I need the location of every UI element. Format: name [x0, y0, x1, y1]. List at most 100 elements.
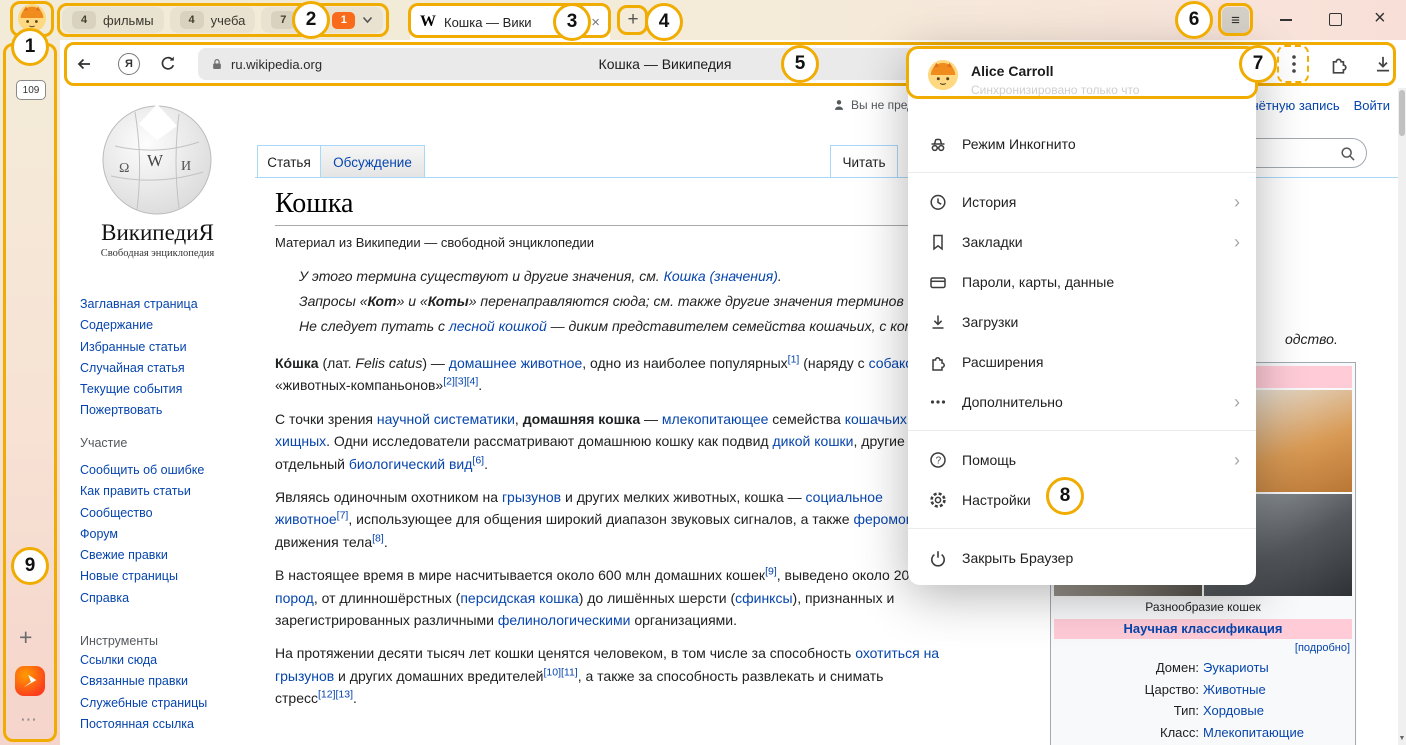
nav-featured[interactable]: Избранные статьи: [80, 337, 250, 358]
account-name: Alice Carroll: [971, 63, 1139, 79]
nav-recent-changes[interactable]: Свежие правки: [80, 545, 250, 566]
menu-item-label: Пароли, карты, данные: [962, 274, 1240, 290]
details-link[interactable]: [подробно]: [1295, 642, 1350, 654]
refresh-icon[interactable]: [158, 54, 178, 74]
nav-current-events[interactable]: Текущие события: [80, 379, 250, 400]
menu-item-bookmarks[interactable]: Закладки ›: [908, 222, 1256, 262]
tab-counter-badge[interactable]: 109: [16, 80, 46, 100]
callout-2: 2: [292, 1, 330, 39]
tab-read[interactable]: Читать: [830, 145, 898, 178]
scrollbar-down-arrow[interactable]: ▼: [1398, 735, 1406, 742]
nav-help[interactable]: Справка: [80, 588, 250, 609]
tab-groups: 4 фильмы 4 учеба 7 раб 1: [62, 7, 389, 33]
browser-window: 4 фильмы 4 учеба 7 раб 1 W Кошка — Вики …: [0, 0, 1406, 745]
extensions-toolbar-icon[interactable]: [1328, 53, 1350, 75]
tab-group-count: 4: [180, 11, 204, 29]
browser-menu-button[interactable]: ≡: [1222, 7, 1249, 33]
yandex-button[interactable]: Я: [118, 53, 140, 75]
window-maximize-button[interactable]: [1329, 13, 1342, 26]
login-link[interactable]: Войти: [1354, 98, 1390, 113]
back-icon[interactable]: [74, 54, 94, 74]
sidebar-add-tab-button[interactable]: +: [19, 624, 32, 651]
nav-permanent-link[interactable]: Постоянная ссылка: [80, 714, 250, 735]
tab-article[interactable]: Статья: [257, 145, 321, 178]
menu-item-incognito[interactable]: Режим Инкогнито: [908, 124, 1256, 164]
chevron-right-icon: ›: [1234, 451, 1240, 469]
taxo-value[interactable]: Хордовые: [1203, 700, 1352, 722]
sci-classification-header[interactable]: Научная классификация: [1054, 619, 1352, 639]
menu-item-downloads[interactable]: Загрузки: [908, 302, 1256, 342]
nav-forum[interactable]: Форум: [80, 524, 250, 545]
sidebar-more-button[interactable]: ⋯: [20, 710, 38, 730]
tab-group-label: учеба: [211, 13, 246, 28]
menu-item-label: История: [962, 194, 1234, 210]
menu-item-label: Расширения: [962, 354, 1240, 370]
tab-group-films[interactable]: 4 фильмы: [62, 7, 164, 33]
menu-item-help[interactable]: ? Помощь ›: [908, 440, 1256, 480]
chevron-right-icon: ›: [1234, 193, 1240, 211]
page-scrollbar[interactable]: [1398, 88, 1406, 745]
menu-item-label: Дополнительно: [962, 394, 1234, 410]
taxo-label: Тип:: [1054, 700, 1203, 722]
taxo-value[interactable]: Млекопитающие: [1203, 722, 1352, 744]
nav-new-pages[interactable]: Новые страницы: [80, 566, 250, 587]
tab-group-count: 4: [72, 11, 96, 29]
kebab-menu-icon[interactable]: [1286, 53, 1302, 75]
tab-group-study[interactable]: 4 учеба: [170, 7, 256, 33]
nav-header-tools: Инструменты: [80, 634, 158, 648]
taxo-value[interactable]: Эукариоты: [1203, 657, 1352, 679]
menu-separator: [908, 172, 1256, 173]
extensions-icon: [928, 352, 948, 372]
menu-item-extensions[interactable]: Расширения: [908, 342, 1256, 382]
taxo-value[interactable]: Животные: [1203, 679, 1352, 701]
wikipedia-globe-logo[interactable]: W Ω И: [97, 98, 217, 218]
downloads-toolbar-icon[interactable]: [1372, 53, 1394, 75]
menu-item-label: Загрузки: [962, 314, 1240, 330]
menu-item-label: Закрыть Браузер: [962, 550, 1240, 566]
window-minimize-button[interactable]: [1280, 19, 1292, 21]
wikipedia-wordmark: ВикипедиЯ: [60, 220, 255, 246]
taxo-label: Класс:: [1054, 722, 1203, 744]
nav-special-pages[interactable]: Служебные страницы: [80, 693, 250, 714]
menu-separator: [908, 430, 1256, 431]
yandex-browser-logo[interactable]: [15, 666, 45, 696]
tab-talk[interactable]: Обсуждение: [321, 145, 425, 178]
wikipedia-favicon: W: [420, 13, 436, 31]
nav-what-links-here[interactable]: Ссылки сюда: [80, 650, 250, 671]
menu-item-label: Настройки: [962, 492, 1240, 508]
callout-3: 3: [553, 3, 591, 41]
close-tab-icon[interactable]: ×: [591, 14, 600, 31]
nav-header-participation: Участие: [80, 436, 127, 450]
nav-contents[interactable]: Содержание: [80, 315, 250, 336]
menu-item-more[interactable]: Дополнительно ›: [908, 382, 1256, 422]
nav-report-error[interactable]: Сообщить об ошибке: [80, 460, 250, 481]
menu-item-passwords[interactable]: Пароли, карты, данные: [908, 262, 1256, 302]
new-tab-button[interactable]: +: [620, 7, 646, 33]
menu-item-history[interactable]: История ›: [908, 182, 1256, 222]
person-icon: [832, 98, 846, 112]
article-paragraph: На протяжении десяти тысяч лет кошки цен…: [275, 642, 1037, 709]
history-icon: [928, 192, 948, 212]
sync-status: Синхронизировано только что: [971, 83, 1139, 97]
nav-donate[interactable]: Пожертвовать: [80, 400, 250, 421]
nav-main-page[interactable]: Заглавная страница: [80, 294, 250, 315]
nav-related-changes[interactable]: Связанные правки: [80, 671, 250, 692]
chevron-down-icon[interactable]: [362, 16, 373, 24]
scrollbar-thumb[interactable]: [1399, 90, 1405, 136]
passwords-icon: [928, 272, 948, 292]
collage-caption: Разнообразие кошек: [1054, 596, 1352, 619]
menu-account-header[interactable]: Alice Carroll Синхронизировано только чт…: [908, 48, 1256, 104]
wiki-nav-main: Заглавная страница Содержание Избранные …: [80, 294, 250, 422]
nav-community[interactable]: Сообщество: [80, 503, 250, 524]
bookmarks-icon: [928, 232, 948, 252]
menu-item-label: Закладки: [962, 234, 1234, 250]
nav-how-to-edit[interactable]: Как править статьи: [80, 481, 250, 502]
window-close-button[interactable]: ×: [1374, 7, 1386, 30]
search-icon[interactable]: [1339, 145, 1357, 163]
menu-item-close-browser[interactable]: Закрыть Браузер: [908, 538, 1256, 578]
svg-text:?: ?: [936, 456, 942, 467]
help-icon: ?: [928, 450, 948, 470]
taxo-label: Домен:: [1054, 657, 1203, 679]
wikipedia-tagline: Свободная энциклопедия: [60, 248, 255, 259]
nav-random[interactable]: Случайная статья: [80, 358, 250, 379]
